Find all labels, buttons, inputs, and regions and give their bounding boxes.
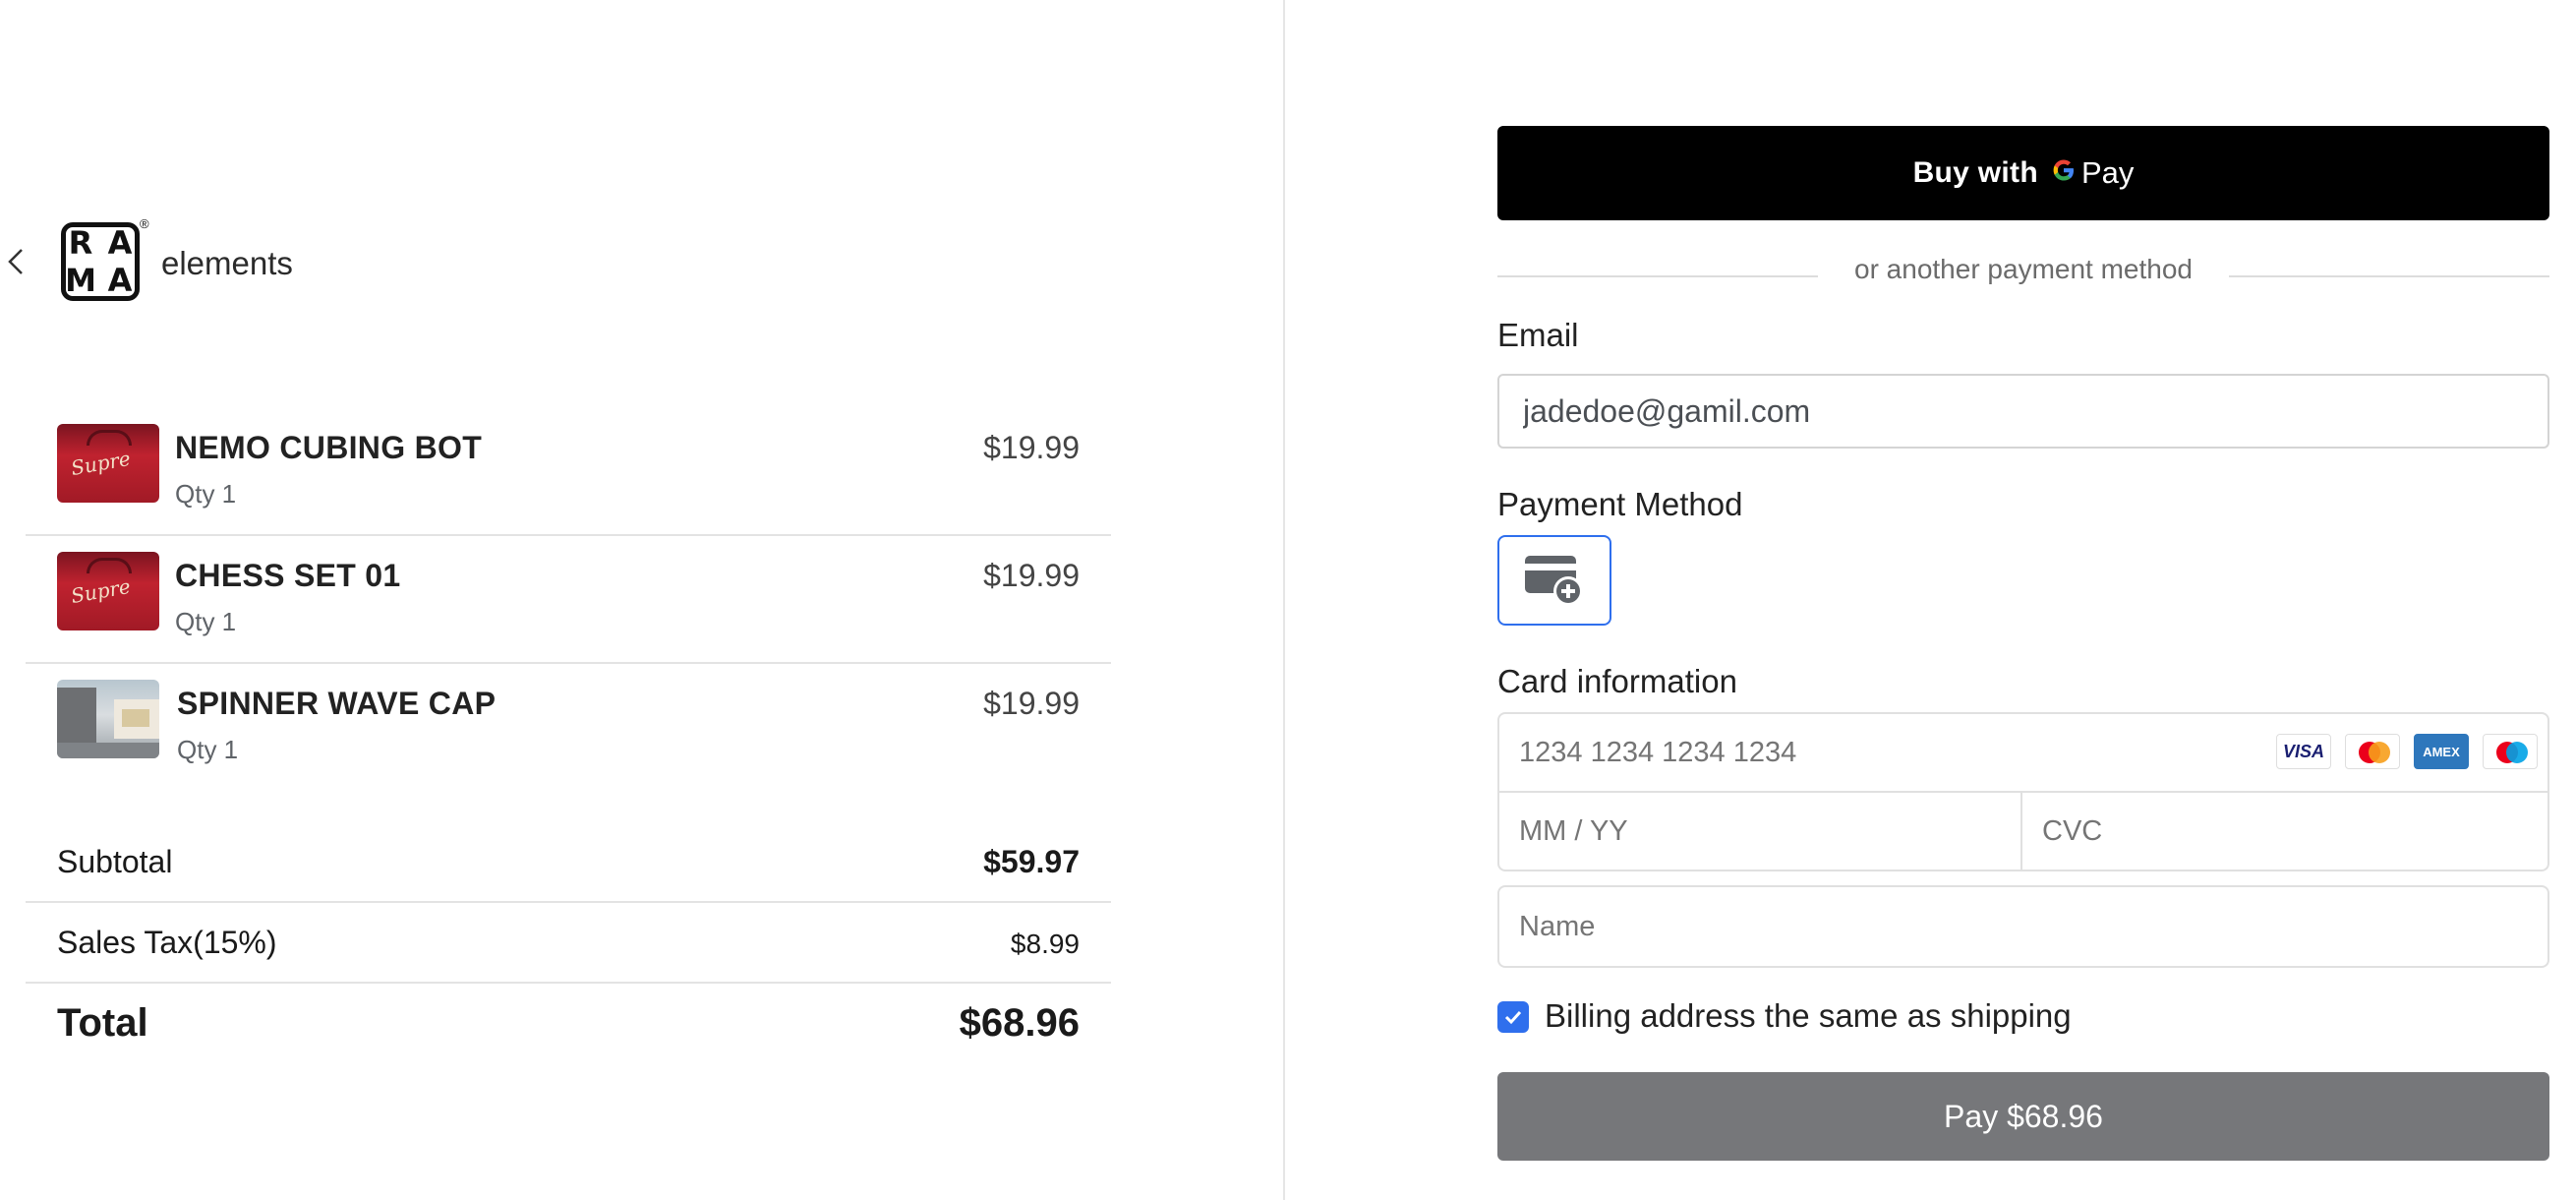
pay-button[interactable]: Pay $68.96 (1497, 1072, 2549, 1161)
product-thumbnail: Supre (57, 552, 159, 630)
logo-letter: A (107, 262, 133, 299)
item-price: $19.99 (983, 558, 1080, 593)
billing-same-checkbox[interactable] (1497, 1001, 1529, 1033)
checkmark-icon (1504, 1010, 1522, 1025)
item-qty: Qty 1 (175, 479, 237, 509)
item-price: $19.99 (983, 430, 1080, 465)
amex-icon: AMEX (2414, 734, 2469, 769)
email-field[interactable] (1497, 374, 2549, 449)
list-item: Supre CHESS SET 01 Qty 1 $19.99 (26, 536, 1111, 664)
totals: Subtotal $59.97 Sales Tax(15%) $8.99 Tot… (26, 822, 1111, 1064)
total-label: Total (57, 1001, 148, 1045)
bag-print: Supre (69, 446, 133, 481)
gpay-pay: Pay (2080, 155, 2135, 190)
maestro-blue-circle (2506, 742, 2528, 763)
line-items: Supre NEMO CUBING BOT Qty 1 $19.99 Supre… (26, 408, 1111, 792)
registered-mark: ® (140, 216, 149, 231)
item-qty: Qty 1 (177, 735, 239, 764)
email-label: Email (1497, 317, 1579, 353)
item-name: CHESS SET 01 (175, 558, 401, 593)
maestro-icon (2483, 734, 2538, 769)
billing-same-label[interactable]: Billing address the same as shipping (1545, 997, 2072, 1035)
item-price: $19.99 (983, 686, 1080, 721)
subtotal-label: Subtotal (57, 844, 173, 879)
list-item: SPINNER WAVE CAP Qty 1 $19.99 (26, 664, 1111, 792)
bag-handle (87, 430, 132, 446)
subtotal-value: $59.97 (983, 844, 1080, 879)
photo-building (57, 688, 96, 747)
card-info-label: Card information (1497, 663, 1737, 699)
back-button[interactable] (2, 242, 29, 281)
item-name: NEMO CUBING BOT (175, 430, 483, 465)
name-field[interactable] (1497, 885, 2549, 968)
tax-row: Sales Tax(15%) $8.99 (26, 903, 1111, 984)
photo-street (57, 743, 159, 758)
google-g-icon (2050, 156, 2078, 190)
logo: R A M A ® (57, 216, 149, 303)
logo-letter: A (107, 224, 133, 262)
card-add-icon (1525, 556, 1583, 606)
mastercard-icon (2345, 734, 2400, 769)
order-summary-pane: R A M A ® elements Supre NEMO CUBING BOT… (0, 0, 1283, 1200)
photo-window (122, 709, 149, 727)
product-thumbnail: Supre (57, 424, 159, 503)
bag-handle (87, 558, 132, 573)
brand-name: elements (161, 245, 293, 281)
brand: R A M A ® elements (57, 216, 293, 303)
google-g-glyph (2053, 159, 2074, 181)
list-item: Supre NEMO CUBING BOT Qty 1 $19.99 (26, 408, 1111, 536)
expiry-field[interactable] (1499, 793, 2022, 870)
logo-letters: R A M A (61, 224, 140, 299)
product-thumbnail (57, 680, 159, 758)
logo-letter: R (68, 224, 93, 262)
tax-value: $8.99 (1010, 929, 1080, 959)
google-pay-button[interactable]: Buy with Pay (1497, 126, 2549, 220)
payment-pane: Buy with Pay or another payment method E… (1285, 0, 2576, 1200)
chevron-left-icon (8, 249, 23, 274)
gpay-buy-with: Buy with (1912, 156, 2038, 189)
payment-method-label: Payment Method (1497, 486, 1743, 522)
card-brands: VISA AMEX (2276, 734, 2538, 769)
total-row: Total $68.96 (26, 984, 1111, 1064)
total-value: $68.96 (959, 1001, 1080, 1045)
divider-text: or another payment method (1854, 254, 2193, 284)
tax-label: Sales Tax(15%) (57, 925, 277, 960)
bag-print: Supre (69, 573, 133, 609)
payment-method-card-tile[interactable] (1497, 535, 1611, 626)
item-qty: Qty 1 (175, 607, 237, 636)
item-name: SPINNER WAVE CAP (177, 686, 497, 721)
card-fields: VISA AMEX (1497, 712, 2549, 871)
mc-orange-circle (2369, 742, 2390, 763)
logo-letter: M (65, 262, 96, 299)
subtotal-row: Subtotal $59.97 (26, 822, 1111, 903)
cvc-field[interactable] (2022, 793, 2547, 870)
visa-icon: VISA (2276, 734, 2331, 769)
